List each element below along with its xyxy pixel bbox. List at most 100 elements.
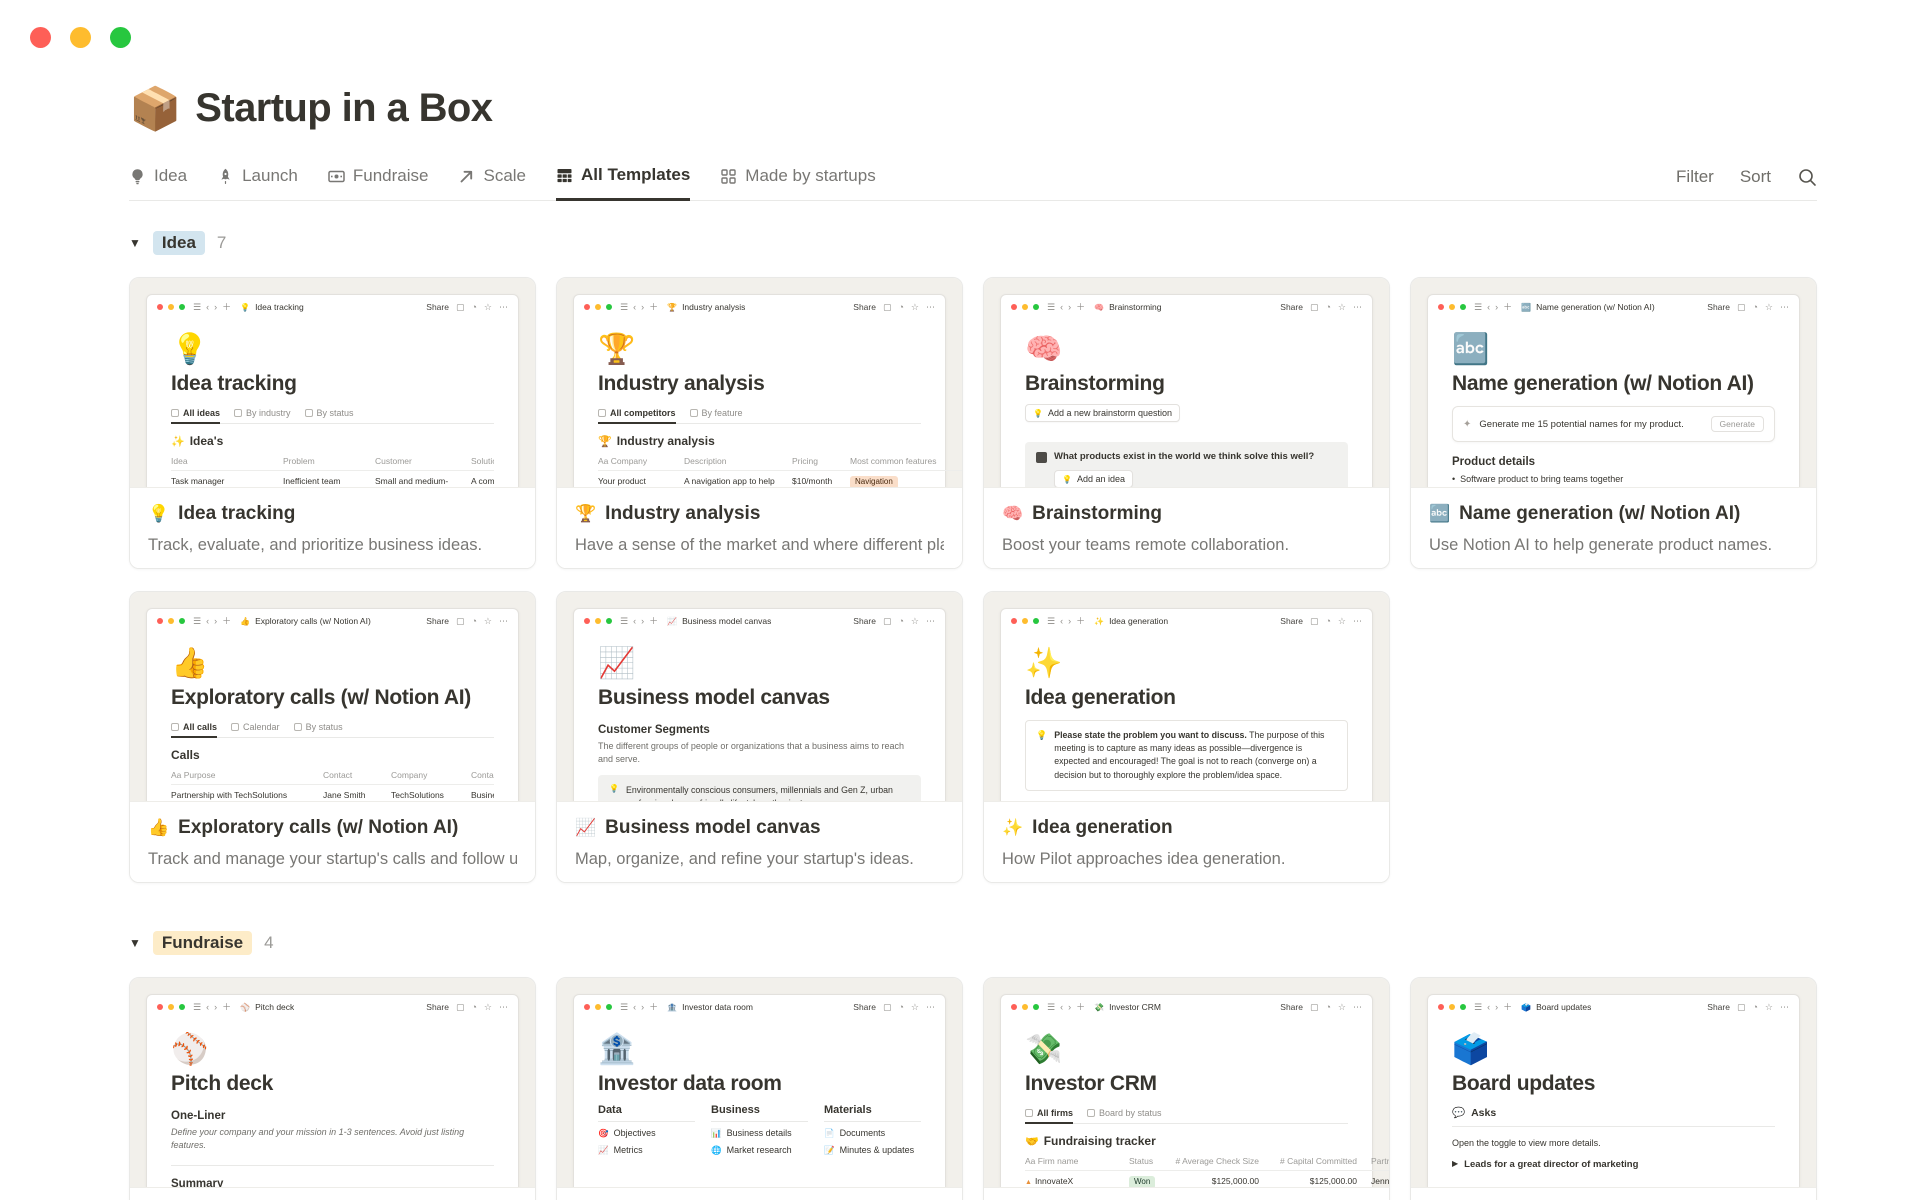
tab-all-templates[interactable]: All Templates xyxy=(556,165,691,201)
breadcrumb-emoji: 💡 xyxy=(240,302,251,312)
tab-launch[interactable]: Launch xyxy=(217,165,298,200)
mini-window-chrome: ☰ ‹ › ＋ ✨ Idea generation Share ▢ ◔ ☆ ⋯ xyxy=(1001,609,1372,633)
template-card-business-model-canvas[interactable]: ☰ ‹ › ＋ 📈 Business model canvas Share ▢ ◔ ☆ ⋯ 📈 … xyxy=(556,591,963,883)
card-description: How Pilot approaches idea generation. xyxy=(1002,850,1286,868)
template-card-name-generation[interactable]: ☰ ‹ › ＋ 🔤 Name generation (w/ Notion AI) Sha… xyxy=(1410,277,1817,569)
view-icon xyxy=(231,723,240,731)
card-title: Idea tracking xyxy=(178,503,296,524)
card-description: Have a sense of the market and where dif… xyxy=(575,536,944,554)
close-window-button[interactable] xyxy=(30,27,51,48)
mini-zoom-icon xyxy=(606,304,612,310)
card-title: Exploratory calls (w/ Notion AI) xyxy=(178,817,459,838)
window-controls xyxy=(30,27,131,48)
page-emoji: ⚾ xyxy=(171,1033,209,1066)
plus-icon: ＋ xyxy=(222,615,232,626)
template-preview: ☰ ‹ › ＋ 📈 Business model canvas Share ▢ ◔ ☆ ⋯ 📈 … xyxy=(557,592,962,802)
forward-icon: › xyxy=(1068,615,1072,626)
company-logo-icon: ▲ xyxy=(1025,1179,1032,1186)
menu-icon: ☰ xyxy=(1474,301,1483,312)
brainstorm-question-block: What products exist in the world we thin… xyxy=(1025,442,1348,487)
view-icon xyxy=(234,409,243,417)
tab-idea[interactable]: Idea xyxy=(129,165,187,200)
chart-icon: 📈 xyxy=(598,1145,609,1155)
tab-scale[interactable]: Scale xyxy=(458,165,526,200)
mini-close-icon xyxy=(1011,1004,1017,1010)
more-icon: ⋯ xyxy=(499,301,508,312)
forward-icon: › xyxy=(1068,1001,1072,1012)
link-columns: Data 🎯 Objectives 📈 Metrics Business 📊 Busi… xyxy=(598,1104,921,1156)
mini-window-chrome: ☰ ‹ › ＋ ⚾ Pitch deck Share ▢ ◔ ☆ ⋯ xyxy=(147,995,518,1019)
template-preview: ☰ ‹ › ＋ ✨ Idea generation Share ▢ ◔ ☆ ⋯ ✨ Idea g… xyxy=(984,592,1389,802)
comments-icon: ▢ xyxy=(1736,301,1746,312)
menu-icon: ☰ xyxy=(193,301,202,312)
tab-made-by-startups-label: Made by startups xyxy=(745,166,876,185)
tab-fundraise[interactable]: Fundraise xyxy=(328,165,428,200)
squares-icon xyxy=(721,168,736,184)
template-preview: ☰ ‹ › ＋ 🔤 Name generation (w/ Notion AI) Sha… xyxy=(1411,278,1816,488)
mini-minimize-icon xyxy=(168,304,174,310)
updates-icon: ◔ xyxy=(1325,615,1331,626)
more-icon: ⋯ xyxy=(1780,301,1789,312)
section-header-idea: ▼ Idea 7 xyxy=(129,231,1817,255)
sort-button[interactable]: Sort xyxy=(1740,167,1771,187)
forward-icon: › xyxy=(1495,301,1499,312)
plus-icon: ＋ xyxy=(222,1001,232,1012)
mini-zoom-icon xyxy=(179,304,185,310)
mini-close-icon xyxy=(157,304,163,310)
template-card-investor-data-room[interactable]: ☰ ‹ › ＋ 🏦 Investor data room Share ▢ ◔ ☆ ⋯ 🏦 Inv… xyxy=(556,977,963,1200)
page-heading: Business model canvas xyxy=(598,686,830,709)
more-icon: ⋯ xyxy=(1353,301,1362,312)
back-icon: ‹ xyxy=(206,615,210,626)
favorite-icon: ☆ xyxy=(483,301,492,312)
menu-icon: ☰ xyxy=(620,301,629,312)
breadcrumb-emoji: 🏆 xyxy=(667,302,678,312)
ai-sparkle-icon: ✦ xyxy=(1463,418,1472,430)
minimize-window-button[interactable] xyxy=(70,27,91,48)
breadcrumb: Industry analysis xyxy=(682,302,746,312)
template-preview: ☰ ‹ › ＋ 💸 Investor CRM Share ▢ ◔ ☆ ⋯ 💸 Investor … xyxy=(984,978,1389,1188)
template-preview: ☰ ‹ › ＋ 💡 Idea tracking Share ▢ ◔ ☆ ⋯ 💡 Idea tra… xyxy=(130,278,535,488)
section-header-fundraise: ▼ Fundraise 4 xyxy=(129,931,1817,955)
template-card-brainstorming[interactable]: ☰ ‹ › ＋ 🧠 Brainstorming Share ▢ ◔ ☆ ⋯ 🧠 Brainsto… xyxy=(983,277,1390,569)
filter-button[interactable]: Filter xyxy=(1676,167,1714,187)
page-emoji: ✨ xyxy=(1025,647,1063,680)
search-icon[interactable] xyxy=(1797,167,1817,187)
mini-close-icon xyxy=(1438,304,1444,310)
favorite-icon: ☆ xyxy=(1764,1001,1773,1012)
page-emoji: 🧠 xyxy=(1025,333,1063,366)
card-emoji: 🧠 xyxy=(1002,504,1024,523)
breadcrumb-emoji: 📈 xyxy=(667,616,678,626)
forward-icon: › xyxy=(641,301,645,312)
collapse-triangle-icon[interactable]: ▼ xyxy=(129,936,141,950)
tab-made-by-startups[interactable]: Made by startups xyxy=(720,165,876,200)
mini-minimize-icon xyxy=(595,618,601,624)
back-icon: ‹ xyxy=(1060,301,1064,312)
template-card-investor-crm[interactable]: ☰ ‹ › ＋ 💸 Investor CRM Share ▢ ◔ ☆ ⋯ 💸 Investor … xyxy=(983,977,1390,1200)
collapse-triangle-icon[interactable]: ▼ xyxy=(129,236,141,250)
template-card-pitch-deck[interactable]: ☰ ‹ › ＋ ⚾ Pitch deck Share ▢ ◔ ☆ ⋯ ⚾ Pitch deck … xyxy=(129,977,536,1200)
zoom-window-button[interactable] xyxy=(110,27,131,48)
comments-icon: ▢ xyxy=(455,615,465,626)
forward-icon: › xyxy=(214,615,218,626)
template-card-idea-generation[interactable]: ☰ ‹ › ＋ ✨ Idea generation Share ▢ ◔ ☆ ⋯ ✨ Idea g… xyxy=(983,591,1390,883)
mini-table: Aa Purpose Contact Company Contact role … xyxy=(171,766,494,801)
section-badge-fundraise[interactable]: Fundraise xyxy=(152,931,253,955)
page-heading: Pitch deck xyxy=(171,1072,274,1095)
back-icon: ‹ xyxy=(633,301,637,312)
template-card-exploratory-calls[interactable]: ☰ ‹ › ＋ 👍 Exploratory calls (w/ Notion AI) S… xyxy=(129,591,536,883)
back-icon: ‹ xyxy=(1487,1001,1491,1012)
back-icon: ‹ xyxy=(633,615,637,626)
share-button: Share xyxy=(1280,302,1303,312)
section-count-idea: 7 xyxy=(216,233,227,252)
template-card-idea-tracking[interactable]: ☰ ‹ › ＋ 💡 Idea tracking Share ▢ ◔ ☆ ⋯ 💡 Idea tra… xyxy=(129,277,536,569)
add-brainstorm-button: 💡 Add a new brainstorm question xyxy=(1025,404,1181,422)
plus-icon: ＋ xyxy=(1503,301,1513,312)
template-card-industry-analysis[interactable]: ☰ ‹ › ＋ 🏆 Industry analysis Share ▢ ◔ ☆ ⋯ 🏆 Indu… xyxy=(556,277,963,569)
globe-icon: 🌐 xyxy=(711,1145,722,1155)
add-idea-button: 💡 Add an idea xyxy=(1054,470,1134,487)
card-title: Business model canvas xyxy=(605,817,821,838)
comments-icon: ▢ xyxy=(882,301,892,312)
section-badge-idea[interactable]: Idea xyxy=(152,231,205,255)
template-card-board-updates[interactable]: ☰ ‹ › ＋ 🗳️ Board updates Share ▢ ◔ ☆ ⋯ 🗳️ Board … xyxy=(1410,977,1817,1200)
breadcrumb: Idea tracking xyxy=(255,302,304,312)
